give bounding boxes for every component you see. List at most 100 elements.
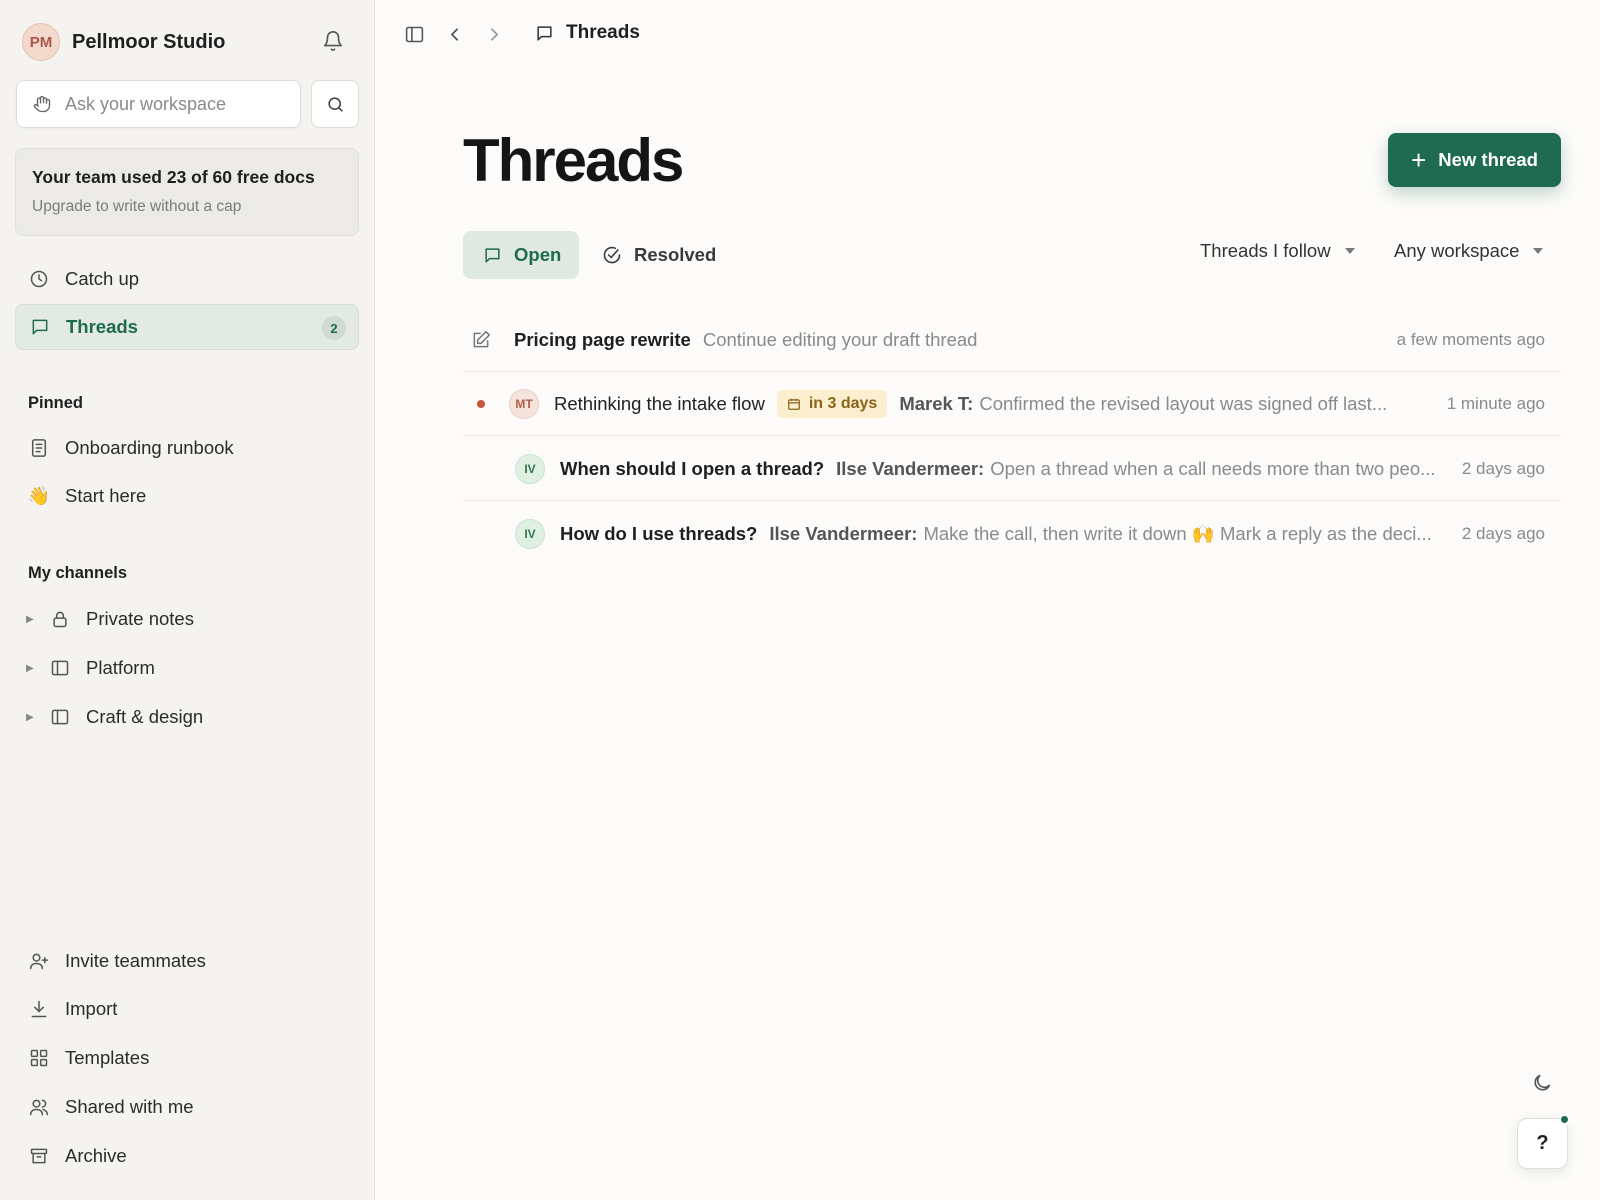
grid-icon (29, 1048, 49, 1068)
search-button[interactable] (311, 80, 359, 128)
users-icon (29, 1097, 49, 1117)
sidebar-item-import[interactable]: Import (15, 986, 359, 1032)
calendar-icon (787, 398, 800, 410)
channels-section-label: My channels (28, 564, 128, 582)
ask-workspace-field[interactable] (16, 80, 301, 128)
avatar: MT (509, 388, 539, 419)
pinned-item-start-here[interactable]: 👋 Start here (15, 473, 359, 519)
sidebar-item-label: Import (65, 998, 118, 1019)
tab-resolved-label: Resolved (634, 244, 717, 265)
archive-icon (29, 1146, 49, 1166)
help-notification-dot (1559, 1114, 1570, 1125)
workspace-avatar[interactable]: PM (22, 23, 60, 61)
tab-resolved[interactable]: Resolved (582, 231, 736, 279)
usage-title: Your team used 23 of 60 free docs (32, 167, 315, 187)
message-square-icon (535, 24, 554, 43)
sidebar-item-catch-up[interactable]: Catch up (15, 256, 359, 302)
filter-workspace-label: Any workspace (1394, 240, 1520, 261)
thread-row-draft[interactable]: Pricing page rewrite Continue editing yo… (463, 308, 1561, 372)
caret-down-icon (1533, 248, 1544, 254)
search-icon (326, 95, 345, 114)
thread-time: 2 days ago (1461, 458, 1545, 478)
avatar: IV (515, 519, 545, 549)
edit-icon (471, 330, 491, 350)
threads-count-badge: 2 (322, 316, 346, 340)
caret-right-icon[interactable]: ▶ (26, 712, 36, 723)
due-date-badge: in 3 days (776, 389, 888, 418)
due-date-label: in 3 days (808, 394, 878, 412)
thread-title: Rethinking the intake flow (554, 392, 765, 414)
thread-author: Ilse Vandermeer: (769, 523, 918, 544)
thread-preview: Make the call, then write it down 🙌 Mark… (923, 523, 1432, 544)
pinned-item-label: Onboarding runbook (65, 437, 234, 458)
caret-right-icon[interactable]: ▶ (26, 614, 36, 625)
sidebar-item-label: Archive (65, 1145, 127, 1166)
ask-row (16, 80, 359, 128)
thread-preview: Continue editing your draft thread (702, 328, 978, 350)
thread-title: Pricing page rewrite (514, 328, 691, 350)
tab-open-label: Open (514, 244, 562, 265)
document-icon (29, 438, 49, 458)
pinned-item-onboarding-runbook[interactable]: Onboarding runbook (15, 425, 359, 471)
page-title: Threads (463, 127, 684, 194)
sidebar-item-label: Catch up (65, 268, 140, 289)
sidebar-item-label: Invite teammates (65, 950, 206, 971)
usage-card[interactable]: Your team used 23 of 60 free docs Upgrad… (15, 148, 359, 236)
plus-icon: + (1411, 145, 1427, 175)
sidebar-toggle-icon[interactable] (404, 24, 425, 45)
panel-icon (50, 707, 70, 727)
sidebar-item-shared-with-me[interactable]: Shared with me (15, 1084, 359, 1130)
thread-row[interactable]: IV When should I open a thread? Ilse Van… (463, 437, 1561, 501)
workspace-name[interactable]: Pellmoor Studio (72, 31, 225, 54)
channel-item-private-notes[interactable]: ▶ Private notes (26, 596, 194, 642)
forward-chevron-icon[interactable] (484, 24, 505, 45)
help-button[interactable]: ? (1517, 1118, 1568, 1169)
caret-down-icon (1344, 248, 1355, 254)
thread-row[interactable]: MT Rethinking the intake flow in 3 days … (463, 372, 1561, 436)
thread-time: a few moments ago (1396, 329, 1545, 349)
thread-time: 1 minute ago (1446, 393, 1545, 413)
download-icon (29, 999, 49, 1019)
tab-open[interactable]: Open (463, 231, 579, 279)
sidebar-item-archive[interactable]: Archive (15, 1133, 359, 1179)
back-chevron-icon[interactable] (444, 24, 465, 45)
thread-preview: Open a thread when a call needs more tha… (990, 457, 1436, 479)
message-square-icon (483, 246, 502, 265)
clock-icon (29, 269, 49, 289)
usage-subtitle: Upgrade to write without a cap (32, 198, 242, 215)
message-square-icon (30, 317, 50, 337)
sidebar-item-label: Shared with me (65, 1096, 194, 1117)
new-thread-button[interactable]: + New thread (1388, 133, 1561, 187)
check-circle-icon (602, 245, 622, 265)
thread-title: How do I use threads? (560, 523, 758, 544)
sidebar-item-threads[interactable]: Threads 2 (15, 304, 359, 350)
pinned-section-label: Pinned (28, 394, 84, 412)
thread-author: Ilse Vandermeer: (836, 457, 985, 479)
new-thread-label: New thread (1438, 149, 1538, 170)
sidebar-item-label: Threads (66, 316, 138, 337)
sidebar-item-templates[interactable]: Templates (15, 1035, 359, 1081)
ask-workspace-input[interactable] (65, 93, 265, 115)
channel-item-label: Private notes (86, 608, 194, 629)
breadcrumb-label: Threads (566, 22, 640, 43)
unread-dot (477, 399, 485, 408)
channel-item-platform[interactable]: ▶ Platform (26, 645, 155, 691)
thread-preview: Confirmed the revised layout was signed … (979, 392, 1388, 414)
panel-icon (50, 658, 70, 678)
filter-follow-dropdown[interactable]: Threads I follow (1200, 240, 1355, 262)
sidebar: PM Pellmoor Studio Your team used 23 of … (0, 0, 375, 1200)
breadcrumb: Threads (535, 22, 640, 44)
moon-icon[interactable] (1531, 1072, 1553, 1094)
thread-time: 2 days ago (1461, 524, 1545, 543)
filter-workspace-dropdown[interactable]: Any workspace (1394, 240, 1544, 262)
caret-right-icon[interactable]: ▶ (26, 663, 36, 674)
hand-icon (33, 95, 51, 113)
workspace-header[interactable]: PM Pellmoor Studio (22, 22, 352, 62)
thread-author: Marek T: (899, 392, 974, 414)
sidebar-item-invite-teammates[interactable]: Invite teammates (15, 938, 359, 984)
thread-row[interactable]: IV How do I use threads? Ilse Vandermeer… (463, 502, 1561, 566)
bell-icon[interactable] (322, 30, 344, 52)
channel-item-craft-design[interactable]: ▶ Craft & design (26, 694, 203, 740)
lock-icon (50, 609, 70, 629)
sidebar-item-label: Templates (65, 1047, 150, 1068)
